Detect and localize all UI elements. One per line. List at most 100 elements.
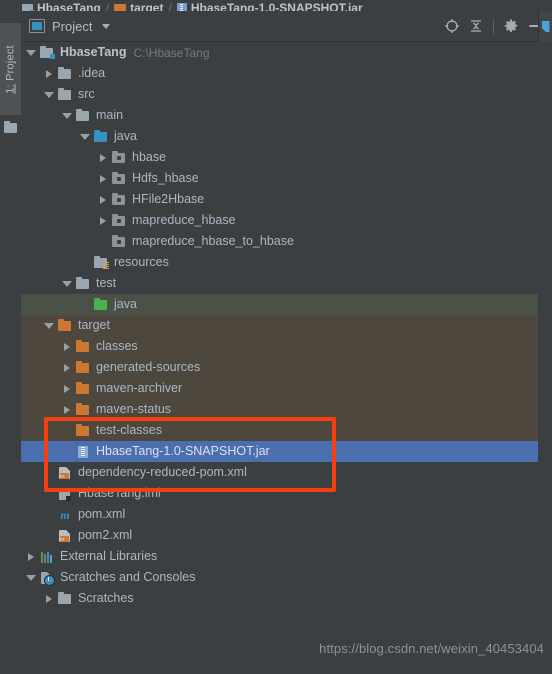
- tree-node-label: test-classes: [96, 423, 162, 437]
- tool-window-header: Project: [21, 11, 552, 42]
- chevron-down-icon[interactable]: [43, 89, 54, 100]
- tree-node-label: main: [96, 108, 124, 122]
- tree-node-label: Hdfs_hbase: [132, 171, 199, 185]
- tree-node-idea[interactable]: .idea: [21, 63, 538, 84]
- chevron-right-icon[interactable]: [61, 341, 72, 352]
- chevron-down-icon[interactable]: [43, 320, 54, 331]
- chevron-down-icon[interactable]: [25, 47, 36, 58]
- tree-node-label: HbaseTang.iml: [78, 486, 161, 500]
- chevron-right-icon[interactable]: [25, 551, 36, 562]
- watermark: https://blog.csdn.net/weixin_40453404: [319, 641, 544, 656]
- tree-node-label: pom.xml: [78, 507, 126, 521]
- tree-node-hdfs-hbase[interactable]: Hdfs_hbase: [21, 168, 538, 189]
- folder-orange-icon: [114, 3, 127, 11]
- chevron-right-icon[interactable]: [97, 194, 108, 205]
- chevron-right-icon[interactable]: [43, 68, 54, 79]
- tree-node-label: pom2.xml: [78, 528, 133, 542]
- package-icon: [111, 213, 127, 229]
- xml-file-icon: <>: [57, 465, 73, 481]
- tree-node-src[interactable]: src: [21, 84, 538, 105]
- tree-node-label: HFile2Hbase: [132, 192, 205, 206]
- tree-node-scratches-and-consoles[interactable]: Scratches and Consoles: [21, 567, 538, 588]
- chevron-down-icon[interactable]: [61, 278, 72, 289]
- tree-node-pom2-xml[interactable]: <> pom2.xml: [21, 525, 538, 546]
- folder-grey-icon: [57, 591, 73, 607]
- package-icon: [111, 234, 127, 250]
- chevron-right-icon[interactable]: [97, 152, 108, 163]
- tree-node-hbasetang-iml[interactable]: HbaseTang.iml: [21, 483, 538, 504]
- tree-node-test-java[interactable]: java: [21, 294, 538, 315]
- chevron-right-icon[interactable]: [61, 362, 72, 373]
- tree-node-label: target: [78, 318, 110, 332]
- tree-node-pom-xml[interactable]: m pom.xml: [21, 504, 538, 525]
- tree-node-label: .idea: [78, 66, 106, 80]
- tree-node-generated-sources[interactable]: generated-sources: [21, 357, 538, 378]
- tree-node-mapreduce-hbase-to-hbase[interactable]: mapreduce_hbase_to_hbase: [21, 231, 538, 252]
- tree-node-hbase[interactable]: hbase: [21, 147, 538, 168]
- tool-window-title: Project: [52, 18, 93, 34]
- test-source-root-icon: [93, 297, 109, 313]
- breadcrumb-item-module[interactable]: HbaseTang: [22, 1, 101, 11]
- tree-node-classes[interactable]: classes: [21, 336, 538, 357]
- locate-icon[interactable]: [441, 15, 463, 37]
- tree-node-path: C:\HbaseTang: [133, 45, 210, 60]
- module-icon: [22, 3, 35, 11]
- tree-node-external-libraries[interactable]: External Libraries: [21, 546, 538, 567]
- tree-node-test-classes[interactable]: test-classes: [21, 420, 538, 441]
- module-folder-icon: [39, 45, 55, 61]
- editor-tab-stub[interactable]: [538, 11, 552, 42]
- maven-pom-icon: m: [60, 507, 70, 522]
- chevron-right-icon[interactable]: [43, 593, 54, 604]
- chevron-down-icon[interactable]: [61, 110, 72, 121]
- tree-node-target[interactable]: target: [21, 315, 538, 336]
- breadcrumb-label: target: [130, 1, 164, 11]
- sidebar-label-text: Project: [4, 45, 16, 81]
- tree-node-maven-status[interactable]: maven-status: [21, 399, 538, 420]
- tree-node-main-java[interactable]: java: [21, 126, 538, 147]
- tree-right-gutter: [538, 42, 552, 674]
- folder-icon[interactable]: [4, 121, 17, 133]
- tree-node-label: java: [114, 129, 137, 143]
- tree-node-mapreduce-hbase[interactable]: mapreduce_hbase: [21, 210, 538, 231]
- folder-orange-icon: [75, 360, 91, 376]
- chevron-down-icon[interactable]: [25, 572, 36, 583]
- tree-node-label: mapreduce_hbase_to_hbase: [132, 234, 294, 248]
- tree-node-scratches[interactable]: Scratches: [21, 588, 538, 609]
- chevron-down-icon[interactable]: [79, 131, 90, 142]
- project-tree[interactable]: HbaseTang C:\HbaseTang .idea src main java hba…: [21, 42, 552, 674]
- breadcrumb-item-jar[interactable]: HbaseTang-1.0-SNAPSHOT.jar: [176, 1, 363, 11]
- gear-icon[interactable]: [500, 15, 522, 37]
- project-view-icon: [29, 19, 45, 33]
- tree-node-hbasetang[interactable]: HbaseTang C:\HbaseTang: [21, 42, 538, 63]
- chevron-right-icon[interactable]: [97, 215, 108, 226]
- ide-project-tool-window: HbaseTang / target / HbaseTang-1.0-SNAPS…: [0, 0, 552, 674]
- tree-node-resources[interactable]: resources: [21, 252, 538, 273]
- tool-window-strip: 1: Project: [0, 11, 22, 674]
- tree-node-hfile2hbase[interactable]: HFile2Hbase: [21, 189, 538, 210]
- breadcrumb: HbaseTang / target / HbaseTang-1.0-SNAPS…: [0, 0, 552, 11]
- toolbar-divider: [493, 18, 494, 34]
- folder-grey-icon: [75, 276, 91, 292]
- tree-node-main[interactable]: main: [21, 105, 538, 126]
- breadcrumb-separator: /: [168, 1, 172, 11]
- tree-node-maven-archiver[interactable]: maven-archiver: [21, 378, 538, 399]
- chevron-down-icon[interactable]: [102, 23, 111, 29]
- tree-node-dependency-reduced-pom[interactable]: <> dependency-reduced-pom.xml: [21, 462, 538, 483]
- resources-root-icon: [93, 255, 109, 271]
- tree-node-test[interactable]: test: [21, 273, 538, 294]
- chevron-right-icon[interactable]: [61, 383, 72, 394]
- tree-node-hbasetang-jar[interactable]: HbaseTang-1.0-SNAPSHOT.jar: [21, 441, 538, 462]
- collapse-all-icon[interactable]: [465, 15, 487, 37]
- breadcrumb-item-target[interactable]: target: [114, 1, 163, 11]
- project-view-selector[interactable]: Project: [29, 18, 111, 34]
- sidebar-item-project[interactable]: 1: Project: [0, 23, 21, 115]
- chevron-right-icon[interactable]: [61, 404, 72, 415]
- chevron-right-icon[interactable]: [97, 173, 108, 184]
